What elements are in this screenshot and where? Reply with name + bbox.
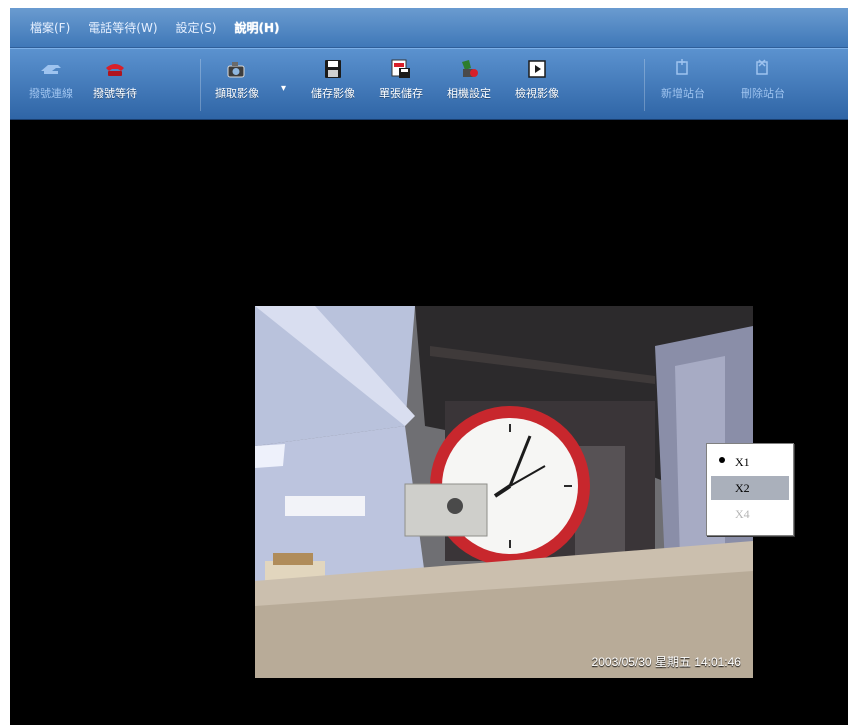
dial-connect-button[interactable]: 撥號連線: [18, 57, 84, 115]
camera-settings-label: 相機設定: [447, 87, 491, 100]
play-view-icon: [524, 57, 550, 81]
application-window: 檔案(F) 電話等待(W) 設定(S) 說明(H) 撥號連線 撥號等待 擷取影像…: [10, 8, 848, 725]
camera-video-frame[interactable]: 2003/05/30 星期五 14:01:46: [255, 306, 753, 678]
floppy-disk-icon: [320, 57, 346, 81]
video-timestamp: 2003/05/30 星期五 14:01:46: [591, 655, 741, 669]
zoom-x2-menu-item[interactable]: X2: [711, 476, 789, 500]
menu-phone-wait[interactable]: 電話等待(W): [88, 19, 157, 36]
view-image-button[interactable]: 檢視影像: [504, 57, 570, 115]
zoom-context-menu: X1 X2 X4: [706, 443, 794, 536]
save-image-button[interactable]: 儲存影像: [300, 57, 366, 115]
zoom-x1-menu-item[interactable]: X1: [711, 450, 789, 474]
camera-icon: [224, 57, 250, 81]
camera-scene-image: [255, 306, 753, 678]
selected-bullet-icon: [719, 457, 725, 463]
add-station-button[interactable]: 新增站台: [650, 57, 716, 115]
delete-station-icon: [750, 57, 776, 81]
zoom-x2-label: X2: [735, 480, 750, 495]
dial-connect-label: 撥號連線: [29, 87, 73, 100]
dial-wait-label: 撥號等待: [93, 87, 137, 100]
toolbar: 撥號連線 撥號等待 擷取影像 ▾ 儲存影像 單張儲存 相機設定 檢視影像 新增站…: [10, 48, 848, 120]
save-image-label: 儲存影像: [311, 87, 355, 100]
menu-help[interactable]: 說明(H): [235, 19, 280, 36]
phone-dial-icon: [38, 57, 64, 81]
capture-image-button[interactable]: 擷取影像: [204, 57, 270, 115]
capture-image-label: 擷取影像: [215, 87, 259, 100]
add-station-label: 新增站台: [661, 87, 705, 100]
delete-station-button[interactable]: 刪除站台: [730, 57, 796, 115]
zoom-x4-label: X4: [735, 506, 750, 521]
capture-dropdown-arrow-icon[interactable]: ▾: [281, 83, 286, 94]
camera-settings-button[interactable]: 相機設定: [436, 57, 502, 115]
toolbar-separator: [644, 59, 645, 111]
single-save-label: 單張儲存: [379, 87, 423, 100]
view-image-label: 檢視影像: [515, 87, 559, 100]
camera-settings-icon: [456, 57, 482, 81]
menu-bar: 檔案(F) 電話等待(W) 設定(S) 說明(H): [10, 8, 848, 48]
single-save-icon: [388, 57, 414, 81]
menu-file[interactable]: 檔案(F): [30, 19, 70, 36]
menu-settings[interactable]: 設定(S): [176, 19, 217, 36]
single-save-button[interactable]: 單張儲存: [368, 57, 434, 115]
zoom-x1-label: X1: [735, 454, 750, 469]
toolbar-separator: [200, 59, 201, 111]
zoom-x4-menu-item[interactable]: X4: [711, 502, 789, 526]
telephone-icon: [102, 57, 128, 81]
dial-wait-button[interactable]: 撥號等待: [82, 57, 148, 115]
delete-station-label: 刪除站台: [741, 87, 785, 100]
add-station-icon: [670, 57, 696, 81]
